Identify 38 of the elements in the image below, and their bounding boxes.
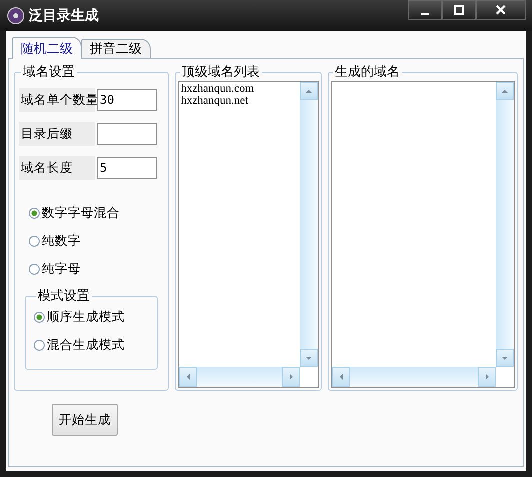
window-title: 泛目录生成 [29, 6, 99, 24]
minimize-icon [421, 13, 429, 15]
radio-label: 数字字母混合 [42, 204, 120, 222]
disc-icon [7, 6, 25, 24]
radio-button[interactable] [29, 208, 40, 218]
field-label: 目录后缀 [19, 122, 95, 146]
tab[interactable]: 拼音二级 [81, 39, 151, 58]
radio-button[interactable] [34, 312, 45, 322]
list-box[interactable]: hxzhanqun.com hxzhanqun.net [178, 81, 320, 388]
maximize-icon [453, 4, 465, 16]
group-title: 生成的域名 [334, 64, 402, 81]
list-item[interactable]: hxzhanqun.net [181, 95, 298, 107]
radio-label: 纯字母 [42, 260, 81, 278]
horizontal-scrollbar[interactable] [179, 367, 300, 387]
input-field[interactable] [97, 123, 157, 145]
maximize-button[interactable] [442, 0, 476, 20]
group-title: 顶级域名列表 [181, 64, 262, 81]
field-label: 域名长度 [19, 156, 95, 180]
radio-label: 混合生成模式 [47, 336, 125, 354]
input-field[interactable]: 5 [97, 157, 157, 179]
radio-label: 纯数字 [42, 232, 81, 250]
list-item[interactable]: hxzhanqun.com [181, 83, 298, 95]
radio-button[interactable] [29, 264, 40, 274]
radio-button[interactable] [34, 340, 45, 350]
group-title: 模式设置 [37, 288, 91, 305]
group-title: 域名设置 [22, 64, 76, 81]
field-label: 域名单个数量 [19, 88, 95, 112]
minimize-button[interactable] [408, 0, 442, 20]
input-field[interactable]: 30 [97, 89, 157, 111]
vertical-scrollbar[interactable] [496, 82, 514, 367]
horizontal-scrollbar[interactable] [332, 367, 496, 387]
vertical-scrollbar[interactable] [300, 82, 318, 367]
tab[interactable]: 随机二级 [12, 37, 82, 59]
radio-label: 顺序生成模式 [47, 308, 125, 326]
start-button[interactable]: 开始生成 [52, 404, 118, 436]
close-icon [495, 4, 507, 16]
close-button[interactable] [476, 0, 526, 20]
radio-button[interactable] [29, 236, 40, 246]
